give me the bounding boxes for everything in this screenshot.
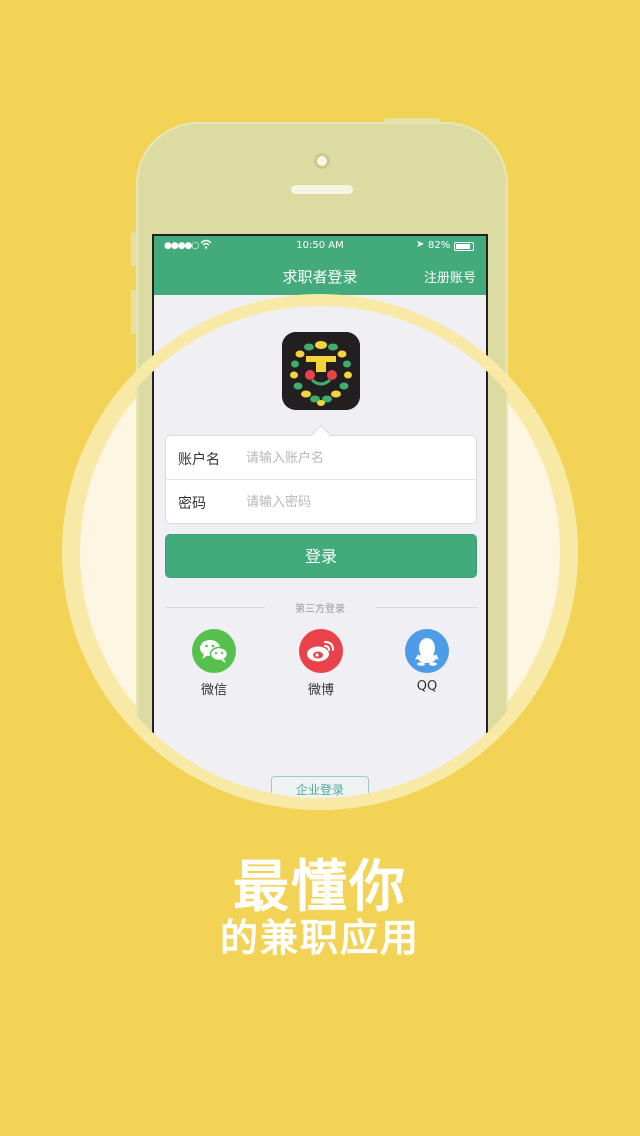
- login-button[interactable]: 登录: [165, 534, 477, 578]
- tagline-sub: 的兼职应用: [219, 916, 420, 960]
- account-input[interactable]: [246, 444, 466, 472]
- register-account-link[interactable]: 注册账号: [424, 267, 476, 286]
- wechat-login-button[interactable]: 微信: [184, 629, 244, 698]
- account-label: 账户名: [178, 452, 220, 468]
- weibo-label: 微博: [307, 683, 334, 698]
- status-bar: ●●●●○ 10:50 AM ➤ 82%: [154, 236, 486, 256]
- account-row: 账户名: [166, 436, 476, 480]
- phone-speaker: [291, 185, 353, 194]
- qq-icon: [405, 629, 449, 673]
- weibo-icon: [299, 629, 343, 673]
- wechat-label: 微信: [200, 683, 227, 698]
- phone-screen: ●●●●○ 10:50 AM ➤ 82% 求职者登录 注册账号 账户名 请输入账…: [152, 234, 488, 734]
- app-logo: [282, 332, 360, 410]
- battery-percentage: 82%: [428, 240, 451, 251]
- password-row: 密码: [166, 480, 476, 524]
- phone-power-button: [384, 118, 440, 123]
- location-arrow-icon: ➤: [416, 239, 425, 250]
- enterprise-login-button[interactable]: 企业登录: [271, 776, 369, 800]
- divider-right: [376, 607, 477, 608]
- qq-login-button[interactable]: QQ: [397, 629, 457, 694]
- battery-icon: [454, 242, 474, 251]
- login-form: 账户名 密码: [165, 425, 477, 524]
- phone-mute-switch: [131, 232, 136, 266]
- wechat-icon: [192, 629, 236, 673]
- weibo-login-button[interactable]: 微博: [291, 629, 351, 698]
- phone-camera: [314, 153, 330, 169]
- qq-label: QQ: [416, 679, 438, 694]
- password-label: 密码: [178, 496, 206, 512]
- phone-volume-up: [131, 290, 136, 334]
- navigation-bar: 求职者登录 注册账号: [154, 256, 486, 295]
- password-input[interactable]: [246, 488, 466, 516]
